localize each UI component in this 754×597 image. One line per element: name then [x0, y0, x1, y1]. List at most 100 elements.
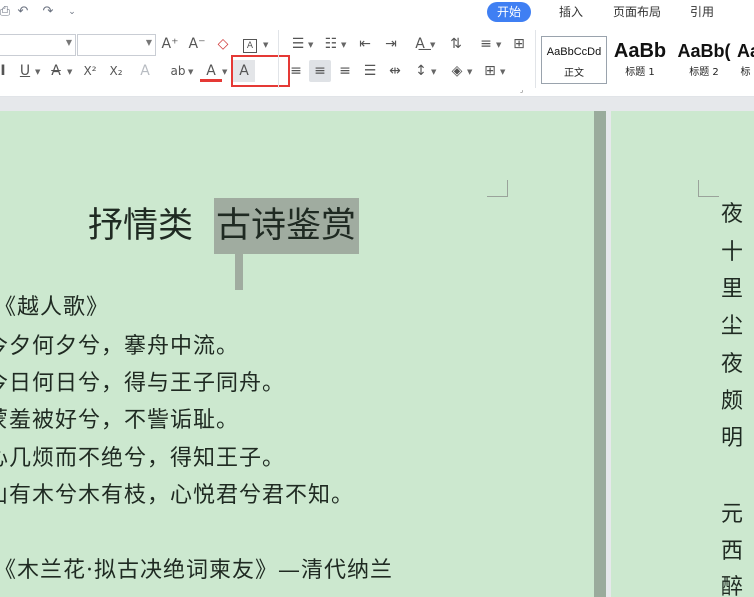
style-sample: AaBb( [677, 41, 731, 61]
grow-font-button[interactable]: A⁺ [159, 33, 181, 55]
line-spacing-icon: ≡ [480, 36, 492, 52]
underline-button[interactable]: U [14, 60, 36, 82]
page2-line[interactable]: 明 [721, 424, 754, 454]
bullets-button[interactable]: ☰ [287, 33, 309, 55]
align-center-button[interactable]: ≡ [309, 60, 331, 82]
print-icon[interactable]: ⎙ [0, 3, 14, 21]
sort-icon: ⇅ [450, 36, 462, 52]
style-sample: AaBbCcDd [546, 46, 602, 58]
style-normal[interactable]: AaBbCcDd 正文 [541, 36, 607, 84]
text-effect-button[interactable]: A [134, 60, 156, 82]
chevron-down-icon[interactable]: ▼ [496, 41, 501, 49]
page2-line[interactable]: 夜 [721, 200, 754, 230]
margin-corner-mark [487, 180, 508, 197]
chevron-down-icon[interactable]: ▼ [308, 41, 313, 49]
style-heading-3[interactable]: Aa 标 [737, 36, 754, 84]
style-sample: AaBb [613, 40, 667, 62]
paragraph-spacing-icon: ↕ [415, 63, 427, 79]
style-label: 标题 2 [689, 67, 719, 78]
page2-line[interactable]: 元 [721, 500, 754, 530]
distributed-button[interactable]: ⇹ [384, 60, 406, 82]
border-button[interactable]: ⊞ [479, 60, 501, 82]
line-spacing-button[interactable]: ≡ [475, 33, 497, 55]
sort-button[interactable]: ⇅ [445, 33, 467, 55]
poem-line[interactable]: 今夕何夕兮，搴舟中流。 [0, 332, 239, 362]
underline-icon: U [19, 63, 31, 79]
page2-line[interactable]: 西 [721, 537, 754, 567]
text-direction-button[interactable]: A͟ [409, 33, 431, 55]
paint-bucket-icon: ◈ [451, 63, 463, 79]
poem-line[interactable]: 《木兰花·拟古决绝词柬友》—清代纳兰 [0, 556, 393, 586]
page-gap [594, 111, 606, 597]
poem-line[interactable]: 《越人歌》 [0, 293, 109, 323]
font-color-button[interactable]: A [200, 60, 222, 82]
character-shading-button[interactable]: A [233, 60, 255, 82]
tab-insert[interactable]: 插入 [559, 3, 583, 21]
chevron-down-icon[interactable]: ▼ [263, 41, 268, 49]
strikethrough-button[interactable]: A [45, 60, 67, 82]
subscript-icon: X₂ [109, 64, 123, 78]
table-border-button[interactable]: ⊞ [508, 33, 530, 55]
page2-line[interactable]: 十 [721, 238, 754, 268]
chevron-down-icon[interactable]: ▼ [341, 41, 346, 49]
character-border-button[interactable]: A [239, 33, 261, 55]
align-left-button[interactable]: ≡ [285, 60, 307, 82]
shading-button[interactable]: ◈ [446, 60, 468, 82]
chevron-down-icon[interactable]: ▼ [222, 68, 227, 76]
page2-line[interactable]: 颇 [721, 387, 754, 417]
border-grid-icon: ⊞ [484, 63, 496, 79]
strikethrough-icon: A [51, 63, 61, 79]
font-size-select[interactable]: ▼ [77, 34, 156, 56]
chevron-down-icon[interactable]: ▼ [500, 68, 505, 76]
style-label: 正文 [564, 68, 584, 79]
redo-icon[interactable]: ↷ [39, 3, 57, 21]
style-label: 标 [740, 67, 751, 78]
page2-line[interactable]: 里 [721, 275, 754, 305]
chevron-down-icon[interactable]: ▼ [188, 68, 193, 76]
tab-page-layout[interactable]: 页面布局 [613, 3, 661, 21]
undo-icon[interactable]: ↶ [14, 3, 32, 21]
italic-button[interactable]: I [0, 60, 14, 82]
poem-line[interactable]: 山有木兮木有枝，心悦君兮君不知。 [0, 481, 354, 511]
bullet-list-icon: ☰ [291, 36, 305, 52]
poem-line[interactable]: 蒙羞被好兮，不訾诟耻。 [0, 406, 239, 436]
document-title-text[interactable]: 抒情类 [88, 198, 193, 254]
paragraph-spacing-button[interactable]: ↕ [410, 60, 432, 82]
subscript-button[interactable]: X₂ [105, 60, 127, 82]
poem-line[interactable]: 心几烦而不绝兮，得知王子。 [0, 444, 285, 474]
margin-corner-mark [698, 180, 719, 197]
align-right-button[interactable]: ≡ [334, 60, 356, 82]
tab-home[interactable]: 开始 [487, 2, 532, 22]
page2-line[interactable]: 尘 [721, 312, 754, 342]
shrink-font-button[interactable]: A⁻ [186, 33, 208, 55]
poem-line[interactable]: 今日何日兮，得与王子同舟。 [0, 369, 285, 399]
customize-dropdown-icon[interactable]: ⌄ [63, 3, 81, 21]
text-effect-icon: A [140, 63, 150, 79]
chevron-down-icon[interactable]: ▼ [467, 68, 472, 76]
chevron-down-icon[interactable]: ▼ [35, 68, 40, 76]
highlight-button[interactable]: ab [167, 60, 189, 82]
superscript-button[interactable]: X² [79, 60, 101, 82]
page2-line[interactable]: 醉 [721, 573, 754, 597]
clear-format-button[interactable]: ◇ [212, 33, 234, 55]
chevron-down-icon[interactable]: ▼ [431, 68, 436, 76]
paragraph-settings-launcher[interactable]: ⌟ [520, 86, 523, 94]
increase-indent-button[interactable]: ⇥ [380, 33, 402, 55]
font-name-select[interactable]: ▼ [0, 34, 76, 56]
decrease-indent-button[interactable]: ⇤ [354, 33, 376, 55]
align-left-icon: ≡ [290, 63, 302, 79]
style-heading-1[interactable]: AaBb 标题 1 [609, 36, 671, 84]
page2-line[interactable]: 夜 [721, 350, 754, 380]
justify-button[interactable]: ☰ [359, 60, 381, 82]
document-title-selected-text[interactable]: 古诗鉴赏 [214, 198, 360, 254]
numbering-button[interactable]: ☷ [320, 33, 342, 55]
text-direction-icon: A͟ [415, 36, 425, 52]
tab-references[interactable]: 引用 [690, 3, 714, 21]
numbered-list-icon: ☷ [324, 36, 338, 52]
outdent-icon: ⇤ [359, 36, 371, 52]
chevron-down-icon[interactable]: ▼ [67, 68, 72, 76]
chevron-down-icon[interactable]: ▼ [430, 41, 435, 49]
align-right-icon: ≡ [339, 63, 351, 79]
style-heading-2[interactable]: AaBb( 标题 2 [673, 36, 735, 84]
superscript-icon: X² [83, 64, 97, 78]
